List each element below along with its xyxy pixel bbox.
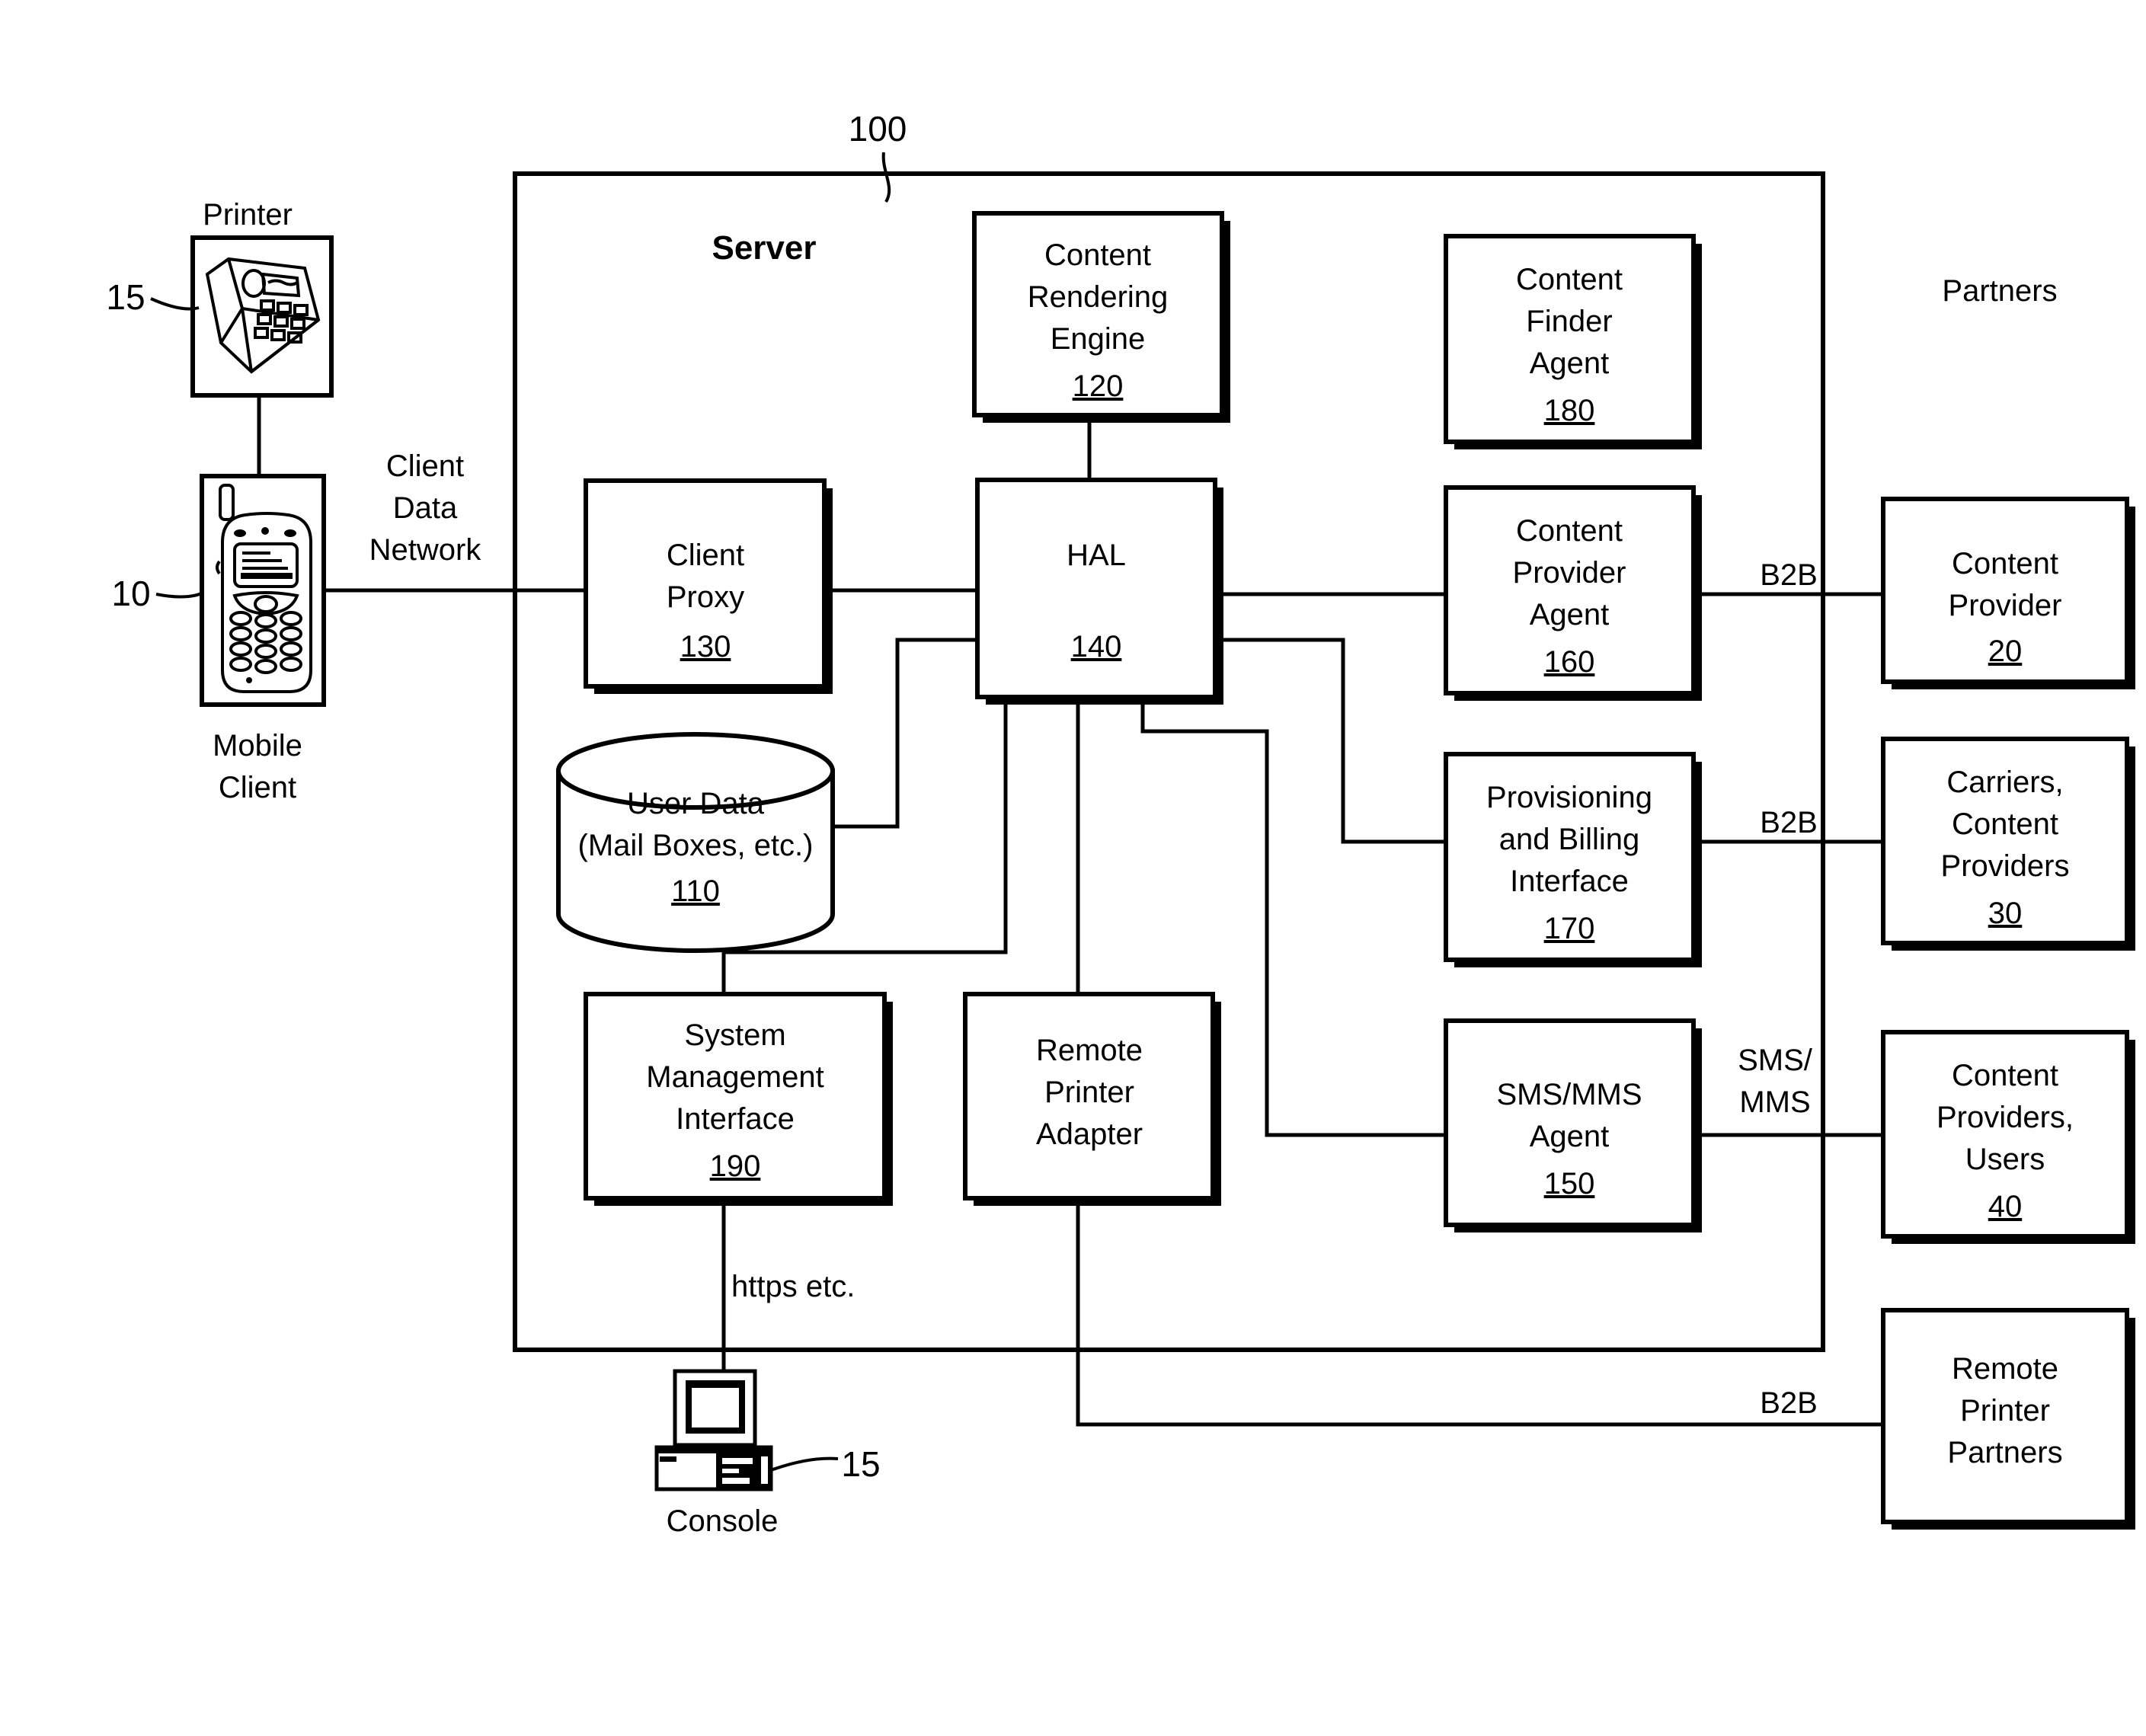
ref-15-console-label: 15: [841, 1444, 880, 1484]
pbi-ref: 170: [1544, 912, 1595, 945]
ref-100-leader: [881, 152, 891, 203]
cre-line-3: Engine: [1051, 322, 1146, 356]
carriers-ref: 30: [1988, 897, 2023, 930]
hal-line-1: HAL: [1067, 539, 1126, 572]
prov-line-1: Content: [1952, 547, 2058, 580]
prov-ref: 20: [1988, 635, 2023, 668]
pbi-line-2: and Billing: [1499, 823, 1640, 856]
ref-10-leader: [155, 591, 204, 599]
console-label: Console: [667, 1504, 779, 1538]
ud-ref: 110: [671, 874, 720, 908]
cre-line-2: Rendering: [1028, 280, 1169, 314]
mobile-label-line1: Mobile: [213, 729, 302, 762]
ud-line-2: (Mail Boxes, etc.): [578, 829, 814, 862]
box-hal[interactable]: HAL 140: [975, 478, 1223, 705]
prov-line-2: Provider: [1949, 589, 2062, 622]
box-provisioning-billing-interface[interactable]: Provisioning and Billing Interface 170: [1444, 752, 1702, 967]
cfa-line-3: Agent: [1530, 347, 1610, 380]
ref-15-console-leader: [770, 1456, 839, 1472]
rpa-line-1: Remote: [1036, 1034, 1143, 1067]
rpp-line-1: Remote: [1952, 1352, 2058, 1386]
box-content-rendering-engine[interactable]: Content Rendering Engine 120: [972, 211, 1230, 423]
box-content-finder-agent[interactable]: Content Finder Agent 180: [1444, 234, 1702, 449]
box-client-proxy[interactable]: Client Proxy 130: [584, 478, 833, 694]
cpu-line-2: Providers,: [1937, 1101, 2074, 1134]
sms-line-2: Agent: [1530, 1120, 1610, 1153]
smi-line-1: System: [684, 1018, 785, 1052]
smi-ref: 190: [710, 1149, 761, 1183]
patent-figure-canvas: 100 Server Partners Printer 15 10 Mobile…: [0, 0, 2146, 1736]
mobile-label-line2: Client: [219, 771, 296, 804]
partners-title: Partners: [1942, 274, 2057, 308]
system-architecture-diagram: 100 Server Partners Printer 15 10 Mobile…: [106, 109, 2135, 1538]
ref-100-label: 100: [849, 109, 907, 149]
carriers-line-3: Providers: [1941, 849, 2070, 883]
box-content-provider-agent[interactable]: Content Provider Agent 160: [1444, 485, 1702, 701]
box-carriers-content-providers[interactable]: Carriers, Content Providers 30: [1881, 737, 2135, 951]
hal-rect: [975, 478, 1217, 699]
cdn-line-2: Data: [393, 491, 458, 525]
cfa-line-1: Content: [1516, 263, 1623, 296]
cfa-ref: 180: [1544, 394, 1595, 427]
sms-link-label-line1: SMS/: [1738, 1044, 1813, 1077]
cre-line-1: Content: [1044, 238, 1151, 272]
b2b-label-remote-printer: B2B: [1760, 1386, 1818, 1420]
carriers-line-2: Content: [1952, 807, 2058, 841]
cfa-line-2: Finder: [1526, 305, 1612, 338]
cdn-line-3: Network: [369, 533, 482, 567]
smi-line-3: Interface: [676, 1102, 795, 1136]
smi-line-2: Management: [646, 1060, 824, 1094]
box-user-data[interactable]: User Data (Mail Boxes, etc.) 110: [556, 732, 835, 953]
console-device-group: 15 Console: [654, 1369, 881, 1538]
ref-10-label: 10: [111, 574, 150, 613]
ud-line-1: User Data: [627, 787, 765, 820]
cp-line-2: Proxy: [667, 580, 744, 614]
carriers-line-1: Carriers,: [1946, 766, 2063, 799]
cp-line-1: Client: [667, 539, 744, 572]
b2b-label-carriers: B2B: [1760, 806, 1818, 839]
printer-icon-frame: [190, 235, 334, 398]
printer-label: Printer: [203, 198, 293, 232]
cre-ref: 120: [1073, 369, 1124, 403]
cpa-line-3: Agent: [1530, 598, 1610, 631]
rpa-line-2: Printer: [1044, 1076, 1134, 1109]
mobile-client-device-group: 10 Mobile Client: [111, 474, 326, 804]
cpa-line-2: Provider: [1513, 556, 1626, 590]
box-content-provider[interactable]: Content Provider 20: [1881, 497, 2135, 689]
client-data-network-label: Client Data Network: [369, 449, 482, 567]
rpa-line-3: Adapter: [1036, 1117, 1143, 1151]
box-remote-printer-adapter[interactable]: Remote Printer Adapter: [963, 992, 1221, 1206]
box-content-providers-users[interactable]: Content Providers, Users 40: [1881, 1030, 2135, 1244]
server-title: Server: [712, 229, 816, 267]
ref-15-printer-label: 15: [106, 277, 145, 317]
sms-ref: 150: [1544, 1167, 1595, 1200]
sms-link-label-line2: MMS: [1739, 1085, 1810, 1119]
cpu-line-3: Users: [1965, 1143, 2045, 1176]
line-hal-to-provisioning-billing: [1215, 638, 1446, 844]
cdn-line-1: Client: [386, 449, 464, 483]
pbi-line-3: Interface: [1510, 865, 1629, 898]
cpu-ref: 40: [1988, 1190, 2023, 1223]
https-label: https etc.: [731, 1270, 855, 1303]
rpp-line-3: Partners: [1947, 1436, 2062, 1469]
b2b-label-content-provider: B2B: [1760, 558, 1818, 592]
cpa-line-1: Content: [1516, 514, 1623, 548]
box-system-management-interface[interactable]: System Management Interface 190: [584, 992, 893, 1206]
box-sms-mms-agent[interactable]: SMS/MMS Agent 150: [1444, 1018, 1702, 1232]
hal-ref: 140: [1071, 630, 1122, 663]
cp-ref: 130: [680, 630, 731, 663]
cpu-line-1: Content: [1952, 1059, 2058, 1092]
rpp-line-2: Printer: [1960, 1394, 2050, 1427]
box-remote-printer-partners[interactable]: Remote Printer Partners: [1881, 1308, 2135, 1530]
sms-line-1: SMS/MMS: [1496, 1078, 1642, 1111]
line-hal-to-user-data: [833, 638, 977, 829]
desktop-computer-icon: [654, 1369, 773, 1491]
cpa-ref: 160: [1544, 645, 1595, 679]
printer-device-group: Printer 15: [106, 198, 334, 398]
pbi-line-1: Provisioning: [1486, 781, 1652, 814]
